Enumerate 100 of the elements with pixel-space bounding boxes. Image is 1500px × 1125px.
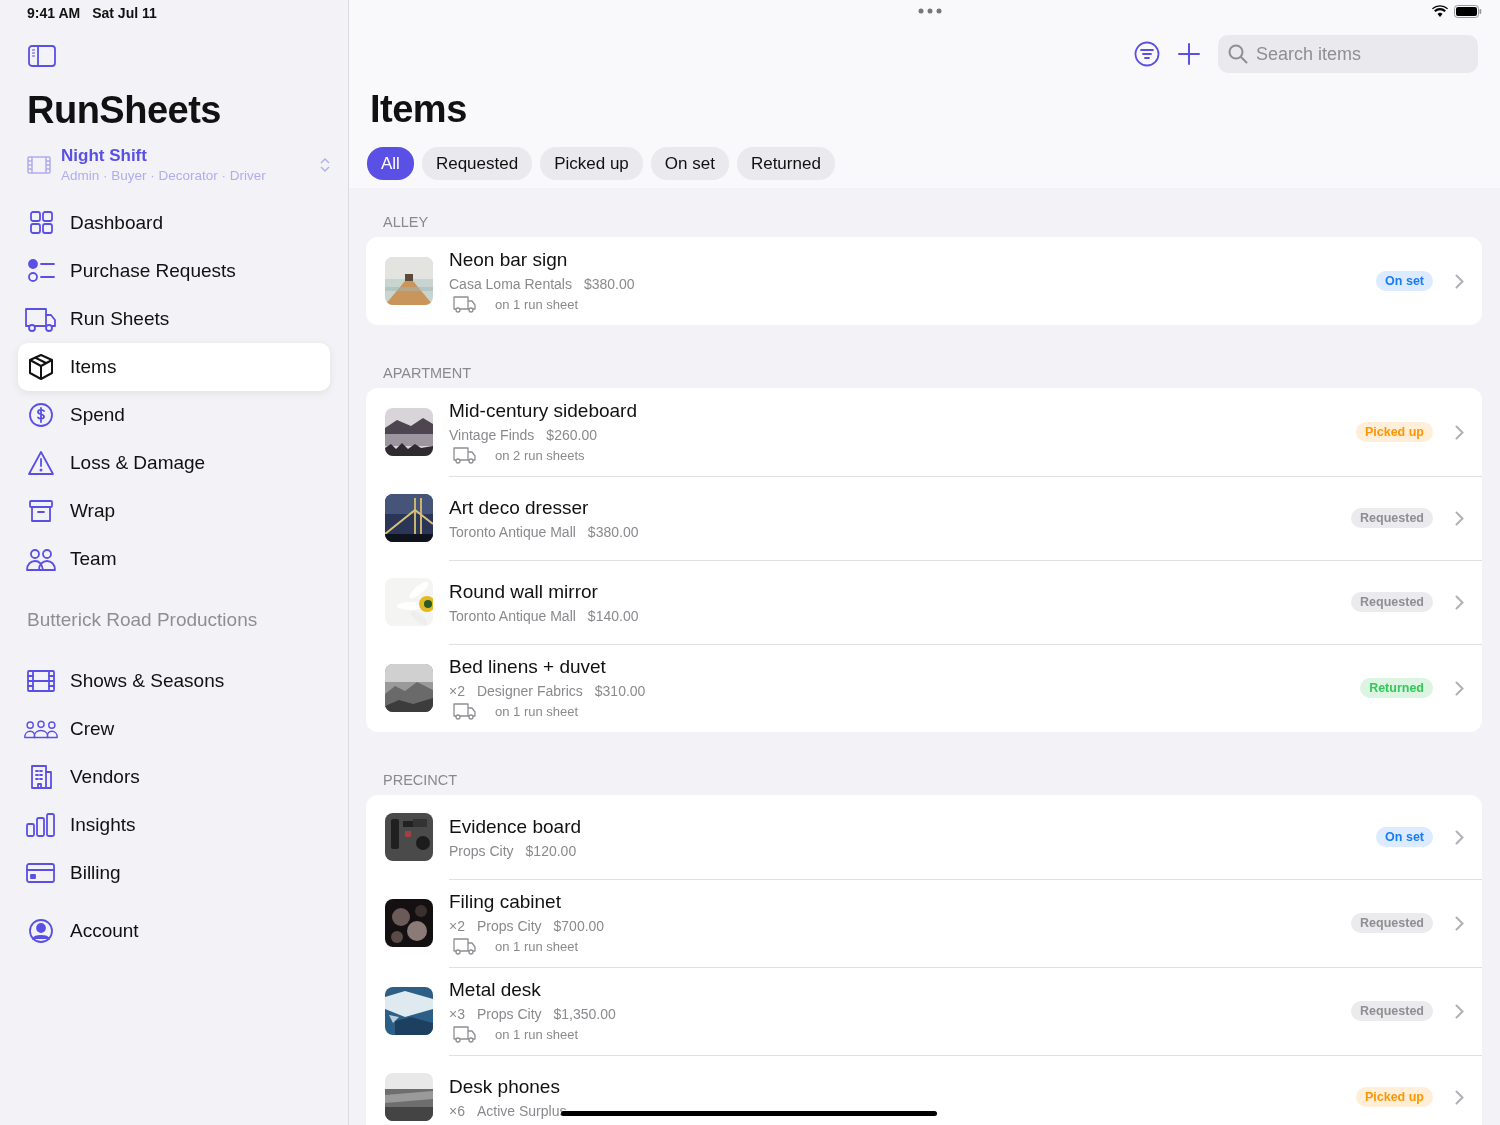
truck-icon <box>453 446 477 464</box>
chevron-right-icon <box>1455 273 1464 289</box>
sidebar-item[interactable]: Items <box>18 343 330 391</box>
chevron-right-icon <box>1455 594 1464 610</box>
film-strip-icon <box>27 154 51 175</box>
app-title: RunSheets <box>27 89 222 132</box>
sidebar-toggle-icon[interactable] <box>28 45 56 67</box>
chevron-right-icon <box>1455 915 1464 931</box>
person-circle-icon <box>26 918 56 944</box>
item-price: $140.00 <box>587 607 639 624</box>
sidebar-item[interactable]: Team <box>18 535 330 583</box>
item-price: $380.00 <box>587 523 639 540</box>
run-sheet-count: on 1 run sheet <box>495 1026 579 1042</box>
sidebar-item[interactable]: Vendors <box>18 753 330 801</box>
item-row[interactable]: Neon bar sign Casa Loma Rentals $380.00 on 1 run sheet On set <box>366 237 1482 325</box>
archive-box-icon <box>26 498 56 524</box>
dollar-circle-icon <box>26 402 56 428</box>
item-quantity: ×2 <box>449 918 465 934</box>
sidebar-item[interactable]: Purchase Requests <box>18 247 330 295</box>
item-name: Metal desk <box>449 979 542 1001</box>
item-row[interactable]: Filing cabinet ×2 Props City $700.00 on 1 run sheet Requested <box>366 879 1482 967</box>
vendor-name: Props City <box>476 1006 542 1022</box>
section-title: Butterick Road Productions <box>27 609 259 631</box>
item-name: Neon bar sign <box>449 249 569 271</box>
sidebar-item[interactable]: Billing <box>18 849 330 897</box>
sidebar-item[interactable]: Spend <box>18 391 330 439</box>
chevron-right-icon <box>1455 680 1464 696</box>
sidebar-item[interactable]: Account <box>18 907 330 955</box>
sidebar-item[interactable]: Loss & Damage <box>18 439 330 487</box>
item-name: Round wall mirror <box>449 580 599 603</box>
sidebar-item[interactable]: Dashboard <box>18 199 330 247</box>
item-quantity: ×2 <box>449 683 465 699</box>
status-badge: On set <box>1376 827 1433 847</box>
show-name[interactable]: Night Shift <box>61 146 310 166</box>
chevron-right-icon <box>1455 510 1464 526</box>
run-sheet-count: on 1 run sheet <box>495 703 579 719</box>
credit-card-icon <box>25 860 57 886</box>
item-name: Desk phones <box>449 1075 561 1098</box>
search-field[interactable]: Search items <box>1218 35 1478 73</box>
section-header: PRECINCT <box>383 772 459 788</box>
show-roles: Admin · Buyer · Decorator · Driver <box>61 168 267 183</box>
vendor-name: Vintage Finds <box>449 427 535 443</box>
run-sheet-count: on 1 run sheet <box>495 938 579 954</box>
truck-icon <box>453 702 477 720</box>
truck-icon <box>453 295 477 313</box>
item-price: $380.00 <box>583 276 635 292</box>
item-price: $120.00 <box>525 842 577 859</box>
film-strip-icon <box>25 668 57 694</box>
run-sheet-count: on 2 run sheets <box>495 447 585 463</box>
item-row[interactable]: Metal desk ×3 Props City $1,350.00 on 1 run sheet Requested <box>366 967 1482 1055</box>
status-badge: Requested <box>1351 913 1433 933</box>
sidebar-item[interactable]: Shows & Seasons <box>18 657 330 705</box>
item-name: Mid-century sideboard <box>449 400 638 422</box>
filter-chip[interactable]: Requested <box>421 147 533 180</box>
add-icon[interactable] <box>1178 43 1200 65</box>
chevron-right-icon <box>1455 829 1464 845</box>
item-price: $310.00 <box>594 683 646 699</box>
chevron-right-icon <box>1455 1003 1464 1019</box>
sidebar-item[interactable]: Crew <box>18 705 330 753</box>
vendor-name: Toronto Antique Mall <box>449 607 576 624</box>
status-badge: Requested <box>1351 1001 1433 1021</box>
vendor-name: Props City <box>449 842 514 859</box>
item-price: $1,350.00 <box>553 1006 616 1022</box>
item-name: Art deco dresser <box>449 496 590 519</box>
vendor-name: Props City <box>476 918 542 934</box>
filter-chip[interactable]: All <box>367 147 414 180</box>
wifi-icon <box>1432 5 1448 17</box>
item-row[interactable]: Art deco dresser Toronto Antique Mall $380.00 Requested <box>366 476 1482 560</box>
people-icon <box>25 546 57 572</box>
section-header: APARTMENT <box>383 365 473 381</box>
truck-icon <box>24 305 58 333</box>
status-badge: Requested <box>1351 592 1433 612</box>
item-name: Filing cabinet <box>449 891 562 913</box>
vendor-name: Designer Fabrics <box>476 683 583 699</box>
item-row[interactable]: Evidence board Props City $120.00 On set <box>366 795 1482 879</box>
item-row[interactable]: Mid-century sideboard Vintage Finds $260.00 on 2 run sheets Picked up <box>366 388 1482 476</box>
sidebar-item[interactable]: Run Sheets <box>18 295 330 343</box>
sidebar-item[interactable]: Wrap <box>18 487 330 535</box>
checklist-icon <box>26 258 56 284</box>
item-row[interactable]: Round wall mirror Toronto Antique Mall $140.00 Requested <box>366 560 1482 644</box>
vendor-name: Casa Loma Rentals <box>449 276 572 292</box>
status-badge: Picked up <box>1355 1087 1433 1107</box>
item-quantity: ×6 <box>449 1102 465 1119</box>
page-title: Items <box>370 88 468 131</box>
status-date: Sat Jul 11 <box>92 5 157 23</box>
status-time: 9:41 AM <box>27 5 81 23</box>
item-row[interactable]: Bed linens + duvet ×2 Designer Fabrics $310.00 on 1 run sheet Returned <box>366 644 1482 732</box>
bar-chart-icon <box>25 812 57 838</box>
filter-chip[interactable]: Picked up <box>540 147 643 180</box>
status-badge: Returned <box>1360 678 1433 698</box>
filter-chip[interactable]: Returned <box>736 147 835 180</box>
section-header: ALLEY <box>383 214 430 230</box>
status-badge: Picked up <box>1355 422 1433 442</box>
item-quantity: ×3 <box>449 1006 465 1022</box>
item-name: Bed linens + duvet <box>449 656 607 678</box>
sidebar-item[interactable]: Insights <box>18 801 330 849</box>
multitasking-dots-icon[interactable] <box>917 8 942 14</box>
filter-chip[interactable]: On set <box>650 147 729 180</box>
filter-icon[interactable] <box>1134 41 1160 67</box>
item-price: $260.00 <box>546 427 597 443</box>
